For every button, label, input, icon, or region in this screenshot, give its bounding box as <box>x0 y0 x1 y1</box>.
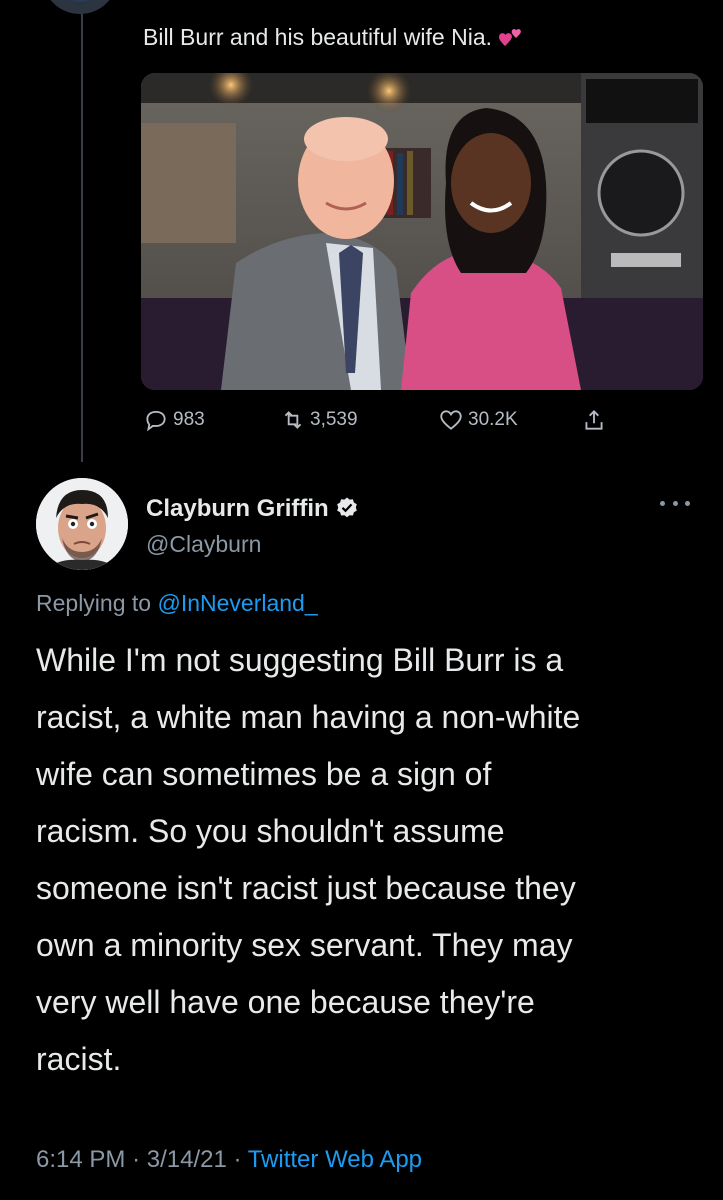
tweet-time[interactable]: 6:14 PM <box>36 1146 125 1173</box>
reply-action[interactable]: 983 <box>143 407 280 433</box>
like-count: 30.2K <box>468 409 518 430</box>
retweet-count: 3,539 <box>310 409 358 430</box>
meta-separator: · <box>233 1146 242 1173</box>
tweet-body: While I'm not suggesting Bill Burr is a … <box>36 642 581 1077</box>
replying-to-line: Replying to @InNeverland_ <box>36 590 318 617</box>
more-options-icon[interactable] <box>660 498 690 508</box>
author-avatar[interactable] <box>36 478 128 570</box>
tweet-date[interactable]: 3/14/21 <box>147 1146 227 1173</box>
author-avatar-illustration <box>36 478 128 570</box>
couple-photo-illustration <box>141 73 703 390</box>
tweet-meta: 6:14 PM · 3/14/21 · Twitter Web App <box>36 1146 422 1174</box>
reply-icon <box>146 410 166 432</box>
retweet-icon <box>284 411 302 429</box>
share-action[interactable] <box>581 407 607 433</box>
reply-count: 983 <box>173 409 205 430</box>
replying-to-prefix: Replying to <box>36 590 152 616</box>
thread-line <box>81 0 83 462</box>
like-action[interactable]: 30.2K <box>438 407 581 433</box>
quoted-tweet-actions: 983 3,539 30.2K <box>143 400 623 440</box>
tweet-source[interactable]: Twitter Web App <box>248 1146 422 1173</box>
quoted-author-avatar[interactable] <box>42 0 118 14</box>
reply-tweet-header: Clayburn Griffin @Clayburn <box>36 478 706 578</box>
retweet-action[interactable]: 3,539 <box>280 407 438 433</box>
replying-to-mention[interactable]: @InNeverland_ <box>157 590 317 616</box>
verified-badge-icon <box>336 497 357 518</box>
meta-separator: · <box>132 1146 141 1173</box>
heart-icon <box>440 410 462 430</box>
quoted-tweet-text: Bill Burr and his beautiful wife Nia. <box>143 24 524 51</box>
quoted-tweet-photo[interactable] <box>141 73 703 390</box>
author-handle[interactable]: @Clayburn <box>146 531 261 558</box>
author-display-name[interactable]: Clayburn Griffin <box>146 495 359 523</box>
quoted-tweet-text-content: Bill Burr and his beautiful wife Nia. <box>143 24 492 50</box>
author-display-name-text: Clayburn Griffin <box>146 495 329 522</box>
two-hearts-icon <box>499 29 521 46</box>
share-icon <box>585 410 603 430</box>
